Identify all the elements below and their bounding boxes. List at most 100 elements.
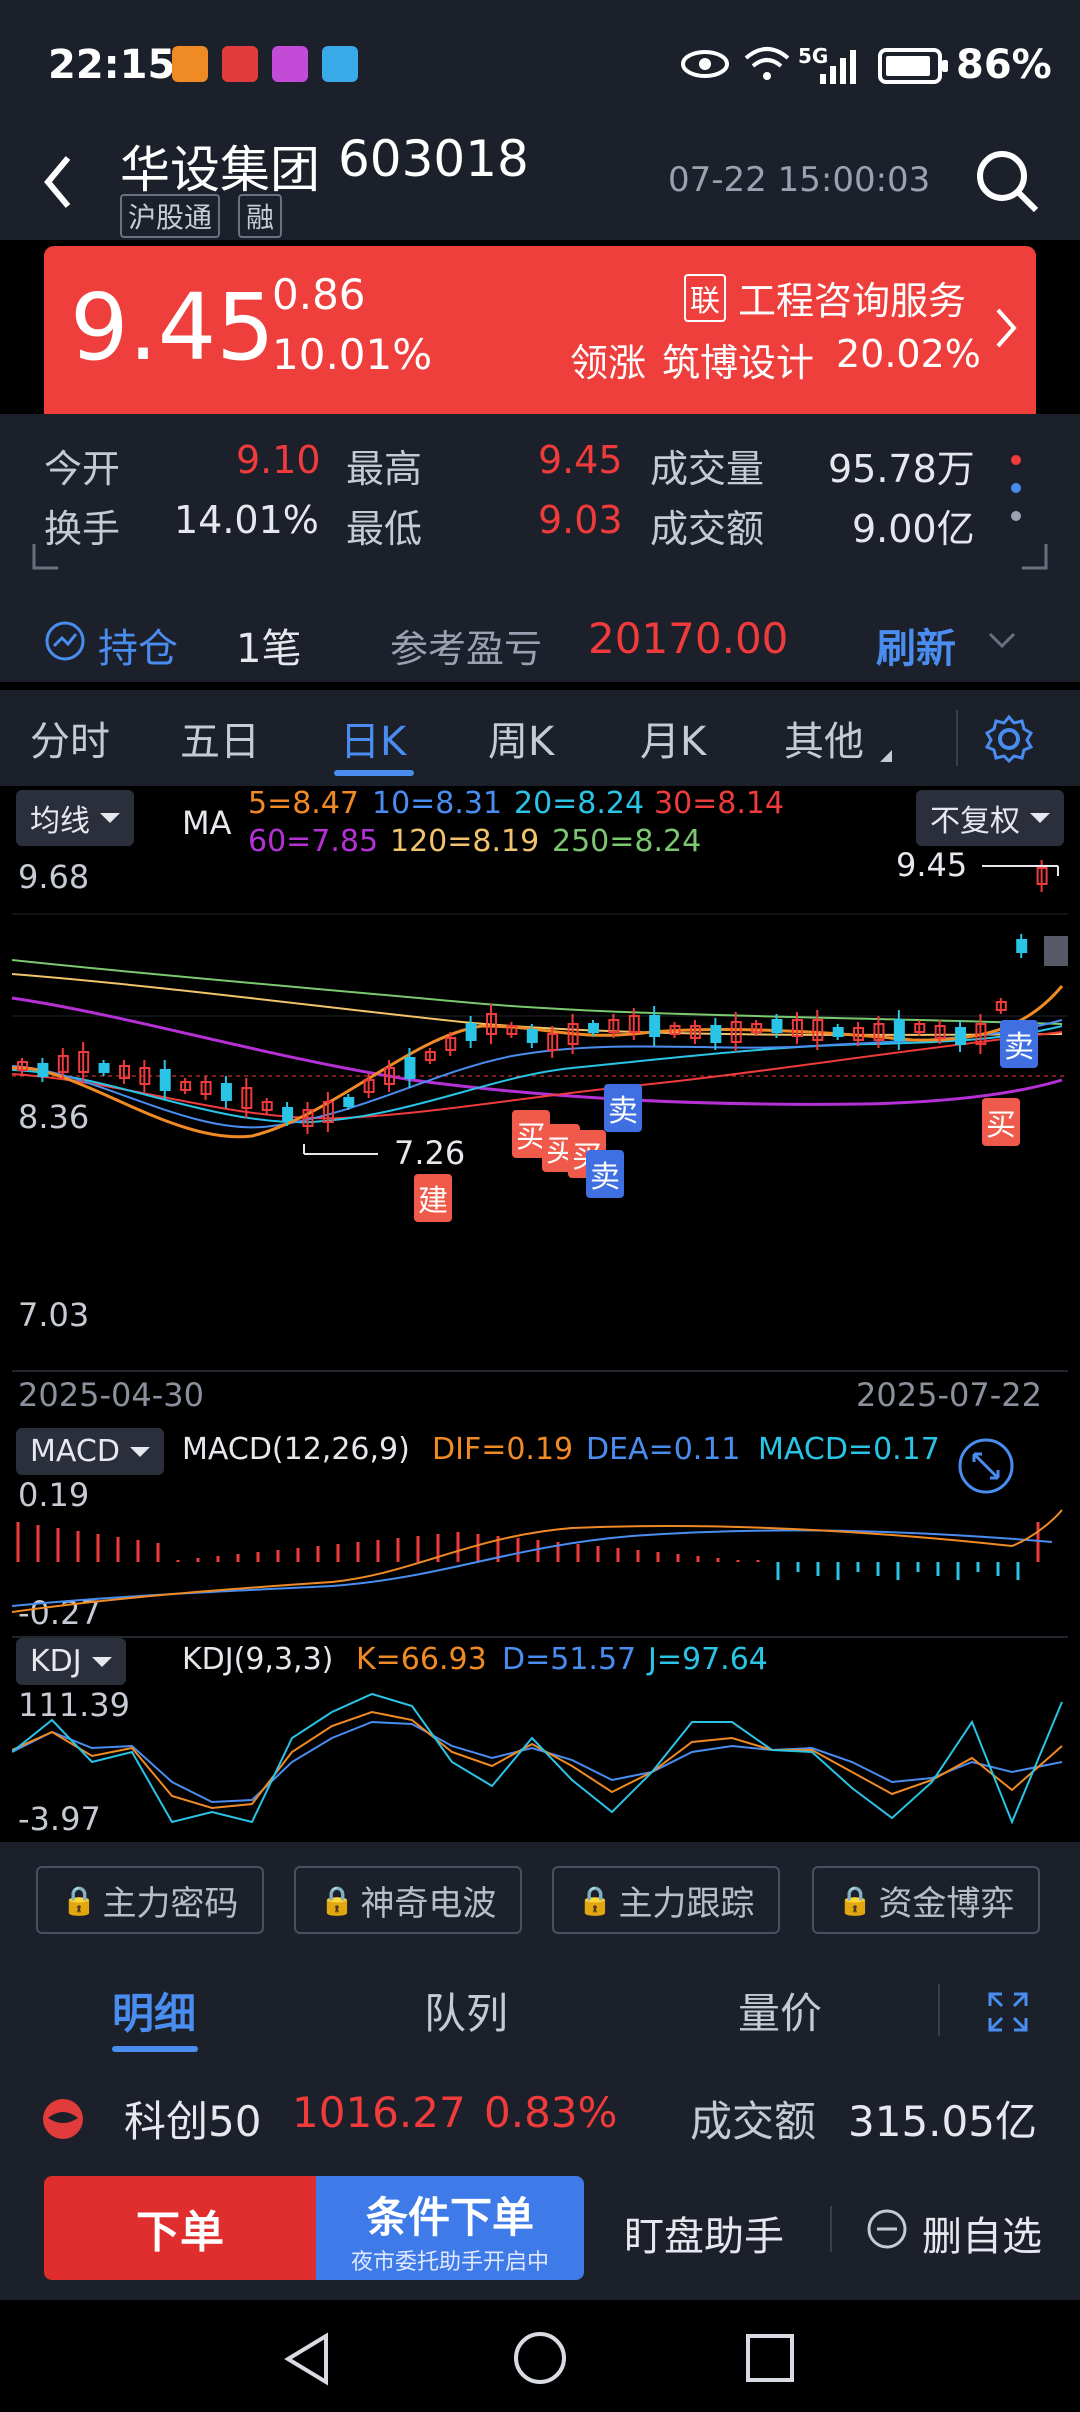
macd-params: MACD(12,26,9) (182, 1432, 410, 1467)
tab-intraday[interactable]: 分时 (30, 690, 110, 786)
signal-build[interactable]: 建 (414, 1174, 452, 1222)
amount-value: 9.00亿 (852, 507, 975, 551)
divider (12, 1370, 1068, 1372)
signal-buy[interactable]: 买 (982, 1098, 1020, 1146)
quote-datetime: 07-22 15:00:03 (668, 160, 931, 200)
chevron-right-icon (996, 308, 1017, 348)
high-label: 最高 (346, 447, 423, 491)
chevron-down-icon[interactable] (986, 630, 1018, 650)
index-ticker[interactable]: 科创50 1016.27 0.83% 成交额 315.05亿 (0, 2060, 1080, 2170)
macd-selector-label: MACD (30, 1434, 120, 1469)
signal-sell[interactable]: 卖 (586, 1150, 624, 1198)
recents-square-icon[interactable] (744, 2332, 796, 2384)
concept-tag: 联 (684, 274, 726, 322)
trend-icon (45, 621, 85, 661)
kdj-j-line (12, 1692, 1063, 1825)
adjust-selector[interactable]: 不复权 (916, 790, 1064, 846)
candle-body (343, 1097, 355, 1107)
remove-watchlist-button[interactable]: 删自选 (922, 2204, 1042, 2262)
tab-detail[interactable]: 明细 (112, 1980, 196, 2041)
tab-weekly-k[interactable]: 周K (488, 690, 554, 786)
volume-value: 95.78万 (828, 447, 975, 491)
chevron-down-icon (91, 1656, 112, 1667)
min-price-label: 7.26 (394, 1134, 466, 1172)
fullscreen-icon[interactable] (986, 1990, 1030, 2034)
lock-icon: 🔒 (319, 1883, 355, 1917)
chevron-down-icon (129, 1446, 150, 1457)
active-tab-indicator (334, 770, 414, 776)
tab-five-day[interactable]: 五日 (180, 690, 260, 786)
lock-icon: 🔒 (577, 1883, 613, 1917)
holding-label: 持仓 (98, 626, 178, 672)
candle-body (282, 1107, 294, 1121)
industry-name: 工程咨询服务 (738, 279, 967, 323)
kdj-selector-label: KDJ (30, 1644, 82, 1679)
active-tab-indicator (112, 2046, 198, 2052)
feature-magic-wave[interactable]: 🔒 神奇电波 (294, 1866, 522, 1934)
feature-label: 神奇电波 (360, 1883, 497, 1924)
conditional-order-sub: 夜市委托助手开启中 (350, 2250, 549, 2275)
candle-body (587, 1023, 599, 1033)
holding-row[interactable]: 持仓 1笔 参考盈亏 20170.00 刷新 (0, 594, 1080, 690)
stock-name: 华设集团 (120, 141, 320, 199)
watch-assistant-button[interactable]: 盯盘助手 (624, 2204, 784, 2262)
tab-queue[interactable]: 队列 (424, 1980, 508, 2041)
stock-stats: 今开 9.10 最高 9.45 成交量 95.78万 换手 14.01% 最低 … (0, 414, 1080, 594)
macd-dif: DIF=0.19 (432, 1432, 574, 1467)
scroll-handle[interactable] (1044, 936, 1068, 966)
book-app-icon (322, 46, 358, 82)
candle-body (710, 1025, 722, 1043)
kdj-params: KDJ(9,3,3) (182, 1642, 334, 1677)
last-price: 9.45 (70, 274, 275, 381)
y-axis-bottom: 7.03 (18, 1296, 90, 1334)
macd-selector[interactable]: MACD (16, 1428, 164, 1475)
tab-monthly-k[interactable]: 月K (640, 690, 706, 786)
divider (938, 1984, 940, 2036)
candle-body (465, 1023, 477, 1041)
stock-code: 603018 (338, 130, 529, 188)
refresh-button[interactable]: 刷新 (876, 616, 956, 674)
index-pct: 0.83% (484, 2088, 618, 2137)
divider (0, 682, 1080, 690)
order-button[interactable]: 下单 (44, 2176, 316, 2280)
signal-sell[interactable]: 卖 (1000, 1020, 1038, 1068)
conditional-order-label: 条件下单 (365, 2193, 534, 2242)
app-notification-icon (172, 46, 208, 82)
kdj-selector[interactable]: KDJ (16, 1638, 126, 1685)
candle-body (1016, 939, 1028, 953)
signal-sell[interactable]: 卖 (604, 1084, 642, 1132)
home-circle-icon[interactable] (512, 2330, 568, 2386)
gear-icon[interactable] (984, 714, 1034, 764)
search-icon[interactable] (974, 148, 1040, 214)
corner-triangle-icon (880, 750, 892, 762)
back-triangle-icon[interactable] (282, 2332, 332, 2386)
kline-chart-area[interactable]: 均线 MA 5=8.47 10=8.31 20=8.24 30=8.14 60=… (12, 786, 1068, 1842)
ma250-line (12, 959, 1063, 1025)
conditional-order-button[interactable]: 条件下单 夜市委托助手开启中 (316, 2176, 584, 2280)
price-banner[interactable]: 9.45 0.86 10.01% 联 工程咨询服务 领涨 筑博设计 20.02% (44, 246, 1036, 414)
tab-volume-price[interactable]: 量价 (738, 1980, 822, 2041)
ma-selector[interactable]: 均线 (16, 790, 134, 846)
open-label: 今开 (44, 447, 121, 491)
holding-count: 1笔 (236, 626, 302, 672)
candle-body (526, 1029, 538, 1043)
market-logo-icon (43, 2099, 83, 2139)
video-app-icon (272, 46, 308, 82)
corner-bracket-icon (32, 544, 58, 570)
macd-value: MACD=0.17 (758, 1432, 940, 1467)
app-notification-icon (222, 46, 258, 82)
chevron-left-icon[interactable] (38, 152, 78, 212)
feature-capital-game[interactable]: 🔒 资金博弈 (812, 1866, 1040, 1934)
battery-icon (878, 48, 948, 84)
feature-main-force-tracking[interactable]: 🔒 主力跟踪 (552, 1866, 780, 1934)
battery-level: 86% (956, 42, 1052, 88)
wifi-icon (744, 47, 790, 80)
lock-icon: 🔒 (837, 1883, 873, 1917)
candle-body (404, 1057, 416, 1079)
divider (830, 2206, 832, 2252)
volume-label: 成交量 (650, 447, 765, 491)
more-dots-icon[interactable] (1004, 450, 1028, 530)
feature-main-force-code[interactable]: 🔒 主力密码 (36, 1866, 264, 1934)
tab-other[interactable]: 其他 (784, 690, 864, 786)
status-bar: 22:15 5G 86% (0, 0, 1080, 130)
